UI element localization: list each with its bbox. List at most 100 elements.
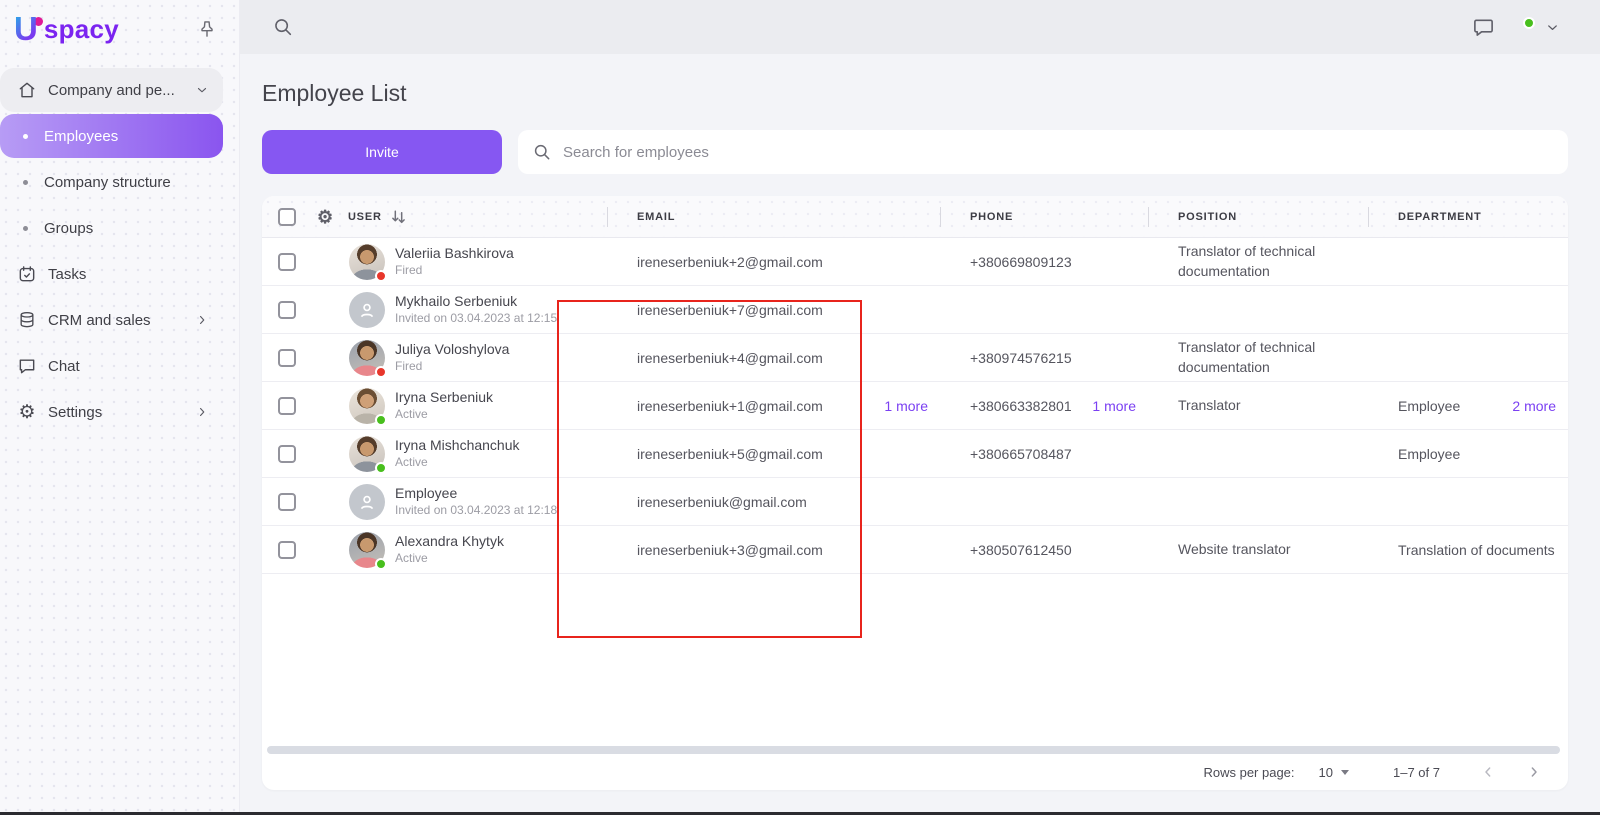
table-settings-gear-icon[interactable]: ⚙	[317, 208, 334, 226]
row-checkbox[interactable]	[278, 541, 296, 559]
rows-per-page-label: Rows per page:	[1203, 765, 1294, 780]
table-row[interactable]: Alexandra Khytyk Active ireneserbeniuk+3…	[262, 526, 1568, 574]
sidebar-item-company-and-people[interactable]: Company and pe...	[0, 68, 223, 112]
employee-position: Translator	[1148, 382, 1368, 429]
employee-phone: +380669809123	[970, 254, 1072, 270]
table-row[interactable]: Valeriia Bashkirova Fired ireneserbeniuk…	[262, 238, 1568, 286]
sidebar-item-company-structure[interactable]: Company structure	[0, 160, 223, 204]
global-search-icon[interactable]	[272, 16, 294, 38]
employee-name: Alexandra Khytyk	[395, 533, 504, 550]
chevron-right-icon	[195, 405, 209, 419]
search-icon	[532, 142, 552, 162]
row-checkbox[interactable]	[278, 301, 296, 319]
next-page-button[interactable]	[1526, 764, 1542, 780]
sidebar-item-employees[interactable]: Employees	[0, 114, 223, 158]
bullet-icon	[23, 180, 28, 185]
row-checkbox[interactable]	[278, 445, 296, 463]
logo-letter: U	[14, 14, 38, 44]
employee-email: ireneserbeniuk+3@gmail.com	[637, 542, 823, 558]
search-input[interactable]	[563, 144, 1554, 161]
employee-avatar	[349, 340, 385, 376]
table-row[interactable]: Iryna Mishchanchuk Active ireneserbeniuk…	[262, 430, 1568, 478]
employee-table-card: ⚙ USER EMAIL PHONE POSITION DEPARTMENT	[262, 196, 1568, 790]
table-row[interactable]: Iryna Serbeniuk Active ireneserbeniuk+1@…	[262, 382, 1568, 430]
phone-more-link[interactable]: 1 more	[1092, 398, 1148, 414]
employee-department: Employee	[1398, 398, 1460, 414]
employee-position	[1148, 430, 1368, 477]
sidebar-item-chat[interactable]: Chat	[0, 344, 223, 388]
status-dot	[375, 366, 387, 378]
uspacy-logo[interactable]: U spacy	[14, 14, 119, 44]
department-more-link[interactable]: 2 more	[1512, 398, 1568, 414]
employee-email: ireneserbeniuk+7@gmail.com	[637, 302, 823, 318]
gear-icon: ⚙	[16, 403, 38, 422]
employee-department: Employee	[1398, 446, 1460, 462]
employee-phone: +380974576215	[970, 350, 1072, 366]
rows-per-page-value: 10	[1319, 765, 1333, 780]
bullet-icon	[23, 134, 28, 139]
chevron-down-icon	[195, 83, 209, 97]
sidebar-item-label: CRM and sales	[48, 312, 151, 329]
employee-department: Translation of documents	[1398, 542, 1555, 558]
table-body: Valeriia Bashkirova Fired ireneserbeniuk…	[262, 238, 1568, 574]
employee-status: Fired	[395, 263, 514, 278]
row-checkbox[interactable]	[278, 349, 296, 367]
status-dot	[375, 462, 387, 474]
messages-icon[interactable]	[1472, 16, 1495, 39]
caret-down-icon	[1341, 770, 1349, 775]
column-header-position: POSITION	[1148, 196, 1368, 237]
employee-status: Active	[395, 407, 493, 422]
pagination-bar: Rows per page: 10 1–7 of 7	[262, 754, 1568, 790]
chevron-right-icon	[195, 313, 209, 327]
pin-sidebar-icon[interactable]	[197, 19, 217, 39]
topbar	[240, 0, 1600, 54]
column-header-user[interactable]: USER	[348, 211, 382, 223]
sidebar-item-tasks[interactable]: Tasks	[0, 252, 223, 296]
chat-bubble-icon	[16, 356, 38, 376]
online-status-dot	[1523, 17, 1535, 29]
row-checkbox[interactable]	[278, 493, 296, 511]
column-header-email: EMAIL	[607, 196, 940, 237]
employee-avatar	[349, 292, 385, 328]
sidebar-item-groups[interactable]: Groups	[0, 206, 223, 250]
table-row[interactable]: Juliya Voloshylova Fired ireneserbeniuk+…	[262, 334, 1568, 382]
employee-name: Employee	[395, 485, 557, 502]
profile-chevron-down-icon[interactable]	[1545, 20, 1560, 35]
invite-button[interactable]: Invite	[262, 130, 502, 174]
table-row[interactable]: Mykhailo Serbeniuk Invited on 03.04.2023…	[262, 286, 1568, 334]
employee-phone: +380507612450	[970, 542, 1072, 558]
pagination-range: 1–7 of 7	[1393, 765, 1440, 780]
sidebar-item-settings[interactable]: ⚙ Settings	[0, 390, 223, 434]
employee-status: Active	[395, 551, 504, 566]
employee-status: Fired	[395, 359, 509, 374]
horizontal-scrollbar[interactable]	[267, 746, 1560, 754]
employee-avatar	[349, 244, 385, 280]
email-more-link[interactable]: 1 more	[884, 398, 940, 414]
sidebar-item-crm-and-sales[interactable]: CRM and sales	[0, 298, 223, 342]
sidebar-item-label: Company and pe...	[48, 82, 175, 99]
employee-name: Iryna Mishchanchuk	[395, 437, 520, 454]
sort-icon[interactable]	[390, 208, 407, 225]
employee-phone: +380663382801	[970, 398, 1072, 414]
table-header-row: ⚙ USER EMAIL PHONE POSITION DEPARTMENT	[262, 196, 1568, 238]
rows-per-page-select[interactable]: 10	[1319, 765, 1349, 780]
page-title: Employee List	[262, 80, 406, 107]
table-row[interactable]: Employee Invited on 03.04.2023 at 12:18 …	[262, 478, 1568, 526]
home-icon	[16, 80, 38, 100]
previous-page-button[interactable]	[1480, 764, 1496, 780]
row-checkbox[interactable]	[278, 397, 296, 415]
employee-email: ireneserbeniuk@gmail.com	[637, 494, 807, 510]
row-checkbox[interactable]	[278, 253, 296, 271]
employee-email: ireneserbeniuk+1@gmail.com	[637, 398, 823, 414]
employee-phone: +380665708487	[970, 446, 1072, 462]
employee-position: Translator of technical documentation	[1148, 334, 1368, 381]
employee-status: Active	[395, 455, 520, 470]
sidebar-item-label: Company structure	[44, 174, 171, 191]
calendar-icon	[16, 264, 38, 284]
employee-position	[1148, 478, 1368, 525]
employee-status: Invited on 03.04.2023 at 12:15	[395, 311, 557, 326]
select-all-checkbox[interactable]	[278, 208, 296, 226]
column-header-department: DEPARTMENT	[1368, 196, 1568, 237]
sidebar-item-label: Settings	[48, 404, 102, 421]
bullet-icon	[23, 226, 28, 231]
